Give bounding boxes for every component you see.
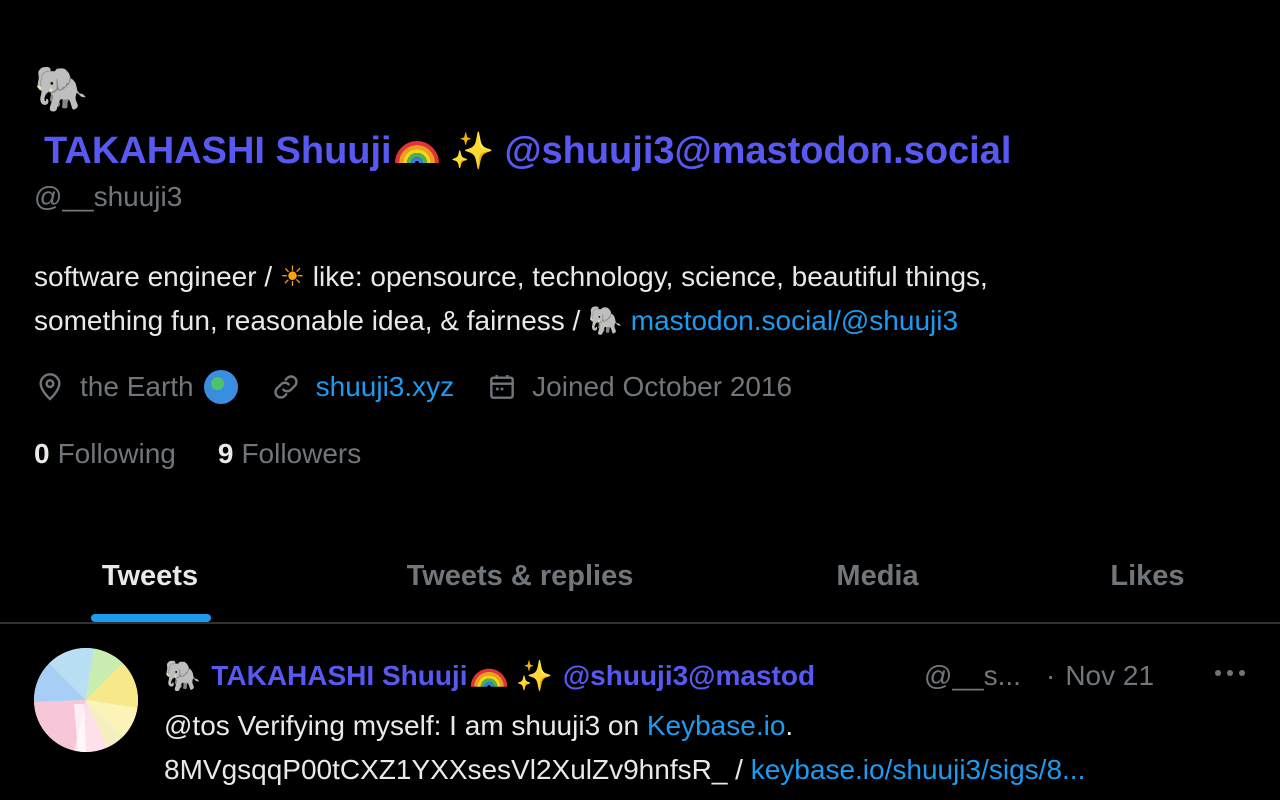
bio-text-1: software engineer / bbox=[34, 261, 280, 292]
tab-media[interactable]: Media bbox=[740, 530, 1015, 622]
location-item: the Earth bbox=[34, 370, 238, 404]
profile-stats: 0 Following 9 Followers bbox=[34, 434, 403, 474]
profile-page: 🐘 TAKAHASHI Shuuji ✨ @shuuji3@mastodon.so… bbox=[0, 0, 1280, 800]
sun-emoji-icon: ☀ bbox=[279, 260, 306, 293]
tweet-text-1: @tos Verifying myself: I am shuuji3 on bbox=[164, 710, 647, 741]
display-name-handle: @shuuji3@mastodon.social bbox=[504, 130, 1012, 172]
tweet-rainbow-emoji-icon bbox=[470, 668, 507, 688]
followers-label: Followers bbox=[241, 438, 362, 469]
profile-tabs: Tweets Tweets & replies Media Likes bbox=[0, 530, 1280, 624]
profile-display-name: TAKAHASHI Shuuji ✨ @shuuji3@mastodon.soci… bbox=[34, 126, 1011, 177]
tweet-more-button[interactable] bbox=[1210, 658, 1250, 688]
bio-mastodon-link[interactable]: mastodon.social/@shuuji3 bbox=[631, 305, 958, 336]
tweet-item[interactable]: 🐘 TAKAHASHI Shuuji ✨ @shuuji3@mastod @__… bbox=[0, 624, 1280, 800]
tweet-author-text: TAKAHASHI Shuuji bbox=[211, 660, 468, 691]
location-text: the Earth bbox=[80, 371, 194, 402]
link-icon bbox=[273, 375, 298, 399]
tab-media-label: Media bbox=[836, 559, 919, 592]
tab-likes[interactable]: Likes bbox=[1015, 530, 1280, 622]
elephant-emoji-icon: 🐘 bbox=[34, 64, 89, 115]
following-count: 0 bbox=[34, 438, 50, 469]
tab-tweets-replies-label: Tweets & replies bbox=[406, 559, 634, 592]
tweet-text-2: 8MVgsqqP00tCXZ1YXXsesVl2XulZv9hnfsR_ / bbox=[164, 754, 751, 785]
tab-likes-label: Likes bbox=[1110, 559, 1185, 592]
elephant-small-emoji-icon: 🐘 bbox=[588, 304, 623, 337]
profile-handle: @__shuuji3 bbox=[34, 181, 183, 212]
tweet-date[interactable]: Nov 21 bbox=[1065, 660, 1154, 692]
tab-tweets-label: Tweets bbox=[101, 559, 199, 592]
following-label: Following bbox=[57, 438, 176, 469]
tweet-author-name[interactable]: 🐘 TAKAHASHI Shuuji ✨ @shuuji3@mastod bbox=[164, 659, 916, 694]
more-dots-icon bbox=[1215, 670, 1245, 676]
location-pin-icon bbox=[39, 373, 61, 401]
tweet-elephant-emoji-icon: 🐘 bbox=[164, 658, 202, 694]
followers-link[interactable]: 9 Followers bbox=[218, 438, 361, 470]
tweet-line-1: @tos Verifying myself: I am shuuji3 on K… bbox=[164, 704, 1254, 748]
following-link[interactable]: 0 Following bbox=[34, 438, 176, 470]
bio-text-2: like: opensource, technology, science, b… bbox=[305, 261, 988, 292]
display-name-text: TAKAHASHI Shuuji bbox=[44, 130, 392, 172]
bio-text-3: something fun, reasonable idea, & fairne… bbox=[34, 305, 589, 336]
tweet-author-handle-part: @shuuji3@mastod bbox=[562, 660, 816, 691]
rainbow-emoji-icon bbox=[394, 141, 439, 164]
avatar-image bbox=[34, 648, 138, 752]
keybase-sig-link[interactable]: keybase.io/shuuji3/sigs/8... bbox=[751, 754, 1086, 785]
tweet-avatar[interactable] bbox=[34, 648, 138, 752]
website-link[interactable]: shuuji3.xyz bbox=[316, 371, 455, 403]
tweet-text-1-end: . bbox=[785, 710, 794, 741]
joined-text: Joined October 2016 bbox=[532, 371, 793, 402]
tweet-handle[interactable]: @__s... bbox=[924, 660, 1032, 692]
tab-tweets[interactable]: Tweets bbox=[0, 530, 300, 622]
tweet-header: 🐘 TAKAHASHI Shuuji ✨ @shuuji3@mastod @__… bbox=[164, 654, 1254, 698]
tweet-body: @tos Verifying myself: I am shuuji3 on K… bbox=[164, 704, 1254, 792]
website-item: shuuji3.xyz bbox=[270, 371, 455, 403]
profile-bio: software engineer / ☀ like: opensource, … bbox=[34, 255, 1234, 343]
active-tab-indicator bbox=[91, 614, 211, 622]
tweet-line-2: 8MVgsqqP00tCXZ1YXXsesVl2XulZv9hnfsR_ / k… bbox=[164, 748, 1254, 792]
joined-item: Joined October 2016 bbox=[486, 371, 792, 403]
sparkles-emoji-icon: ✨ bbox=[449, 131, 495, 172]
separator-dot: · bbox=[1046, 660, 1056, 691]
calendar-icon bbox=[490, 375, 515, 399]
followers-count: 9 bbox=[217, 438, 234, 469]
tweet-sparkles-emoji-icon: ✨ bbox=[515, 658, 553, 694]
globe-emoji-icon bbox=[203, 370, 238, 404]
profile-meta: the Earth shuuji3.xyz Joined October 201… bbox=[34, 366, 824, 408]
keybase-link[interactable]: Keybase.io bbox=[647, 710, 786, 741]
tab-tweets-replies[interactable]: Tweets & replies bbox=[300, 530, 740, 622]
